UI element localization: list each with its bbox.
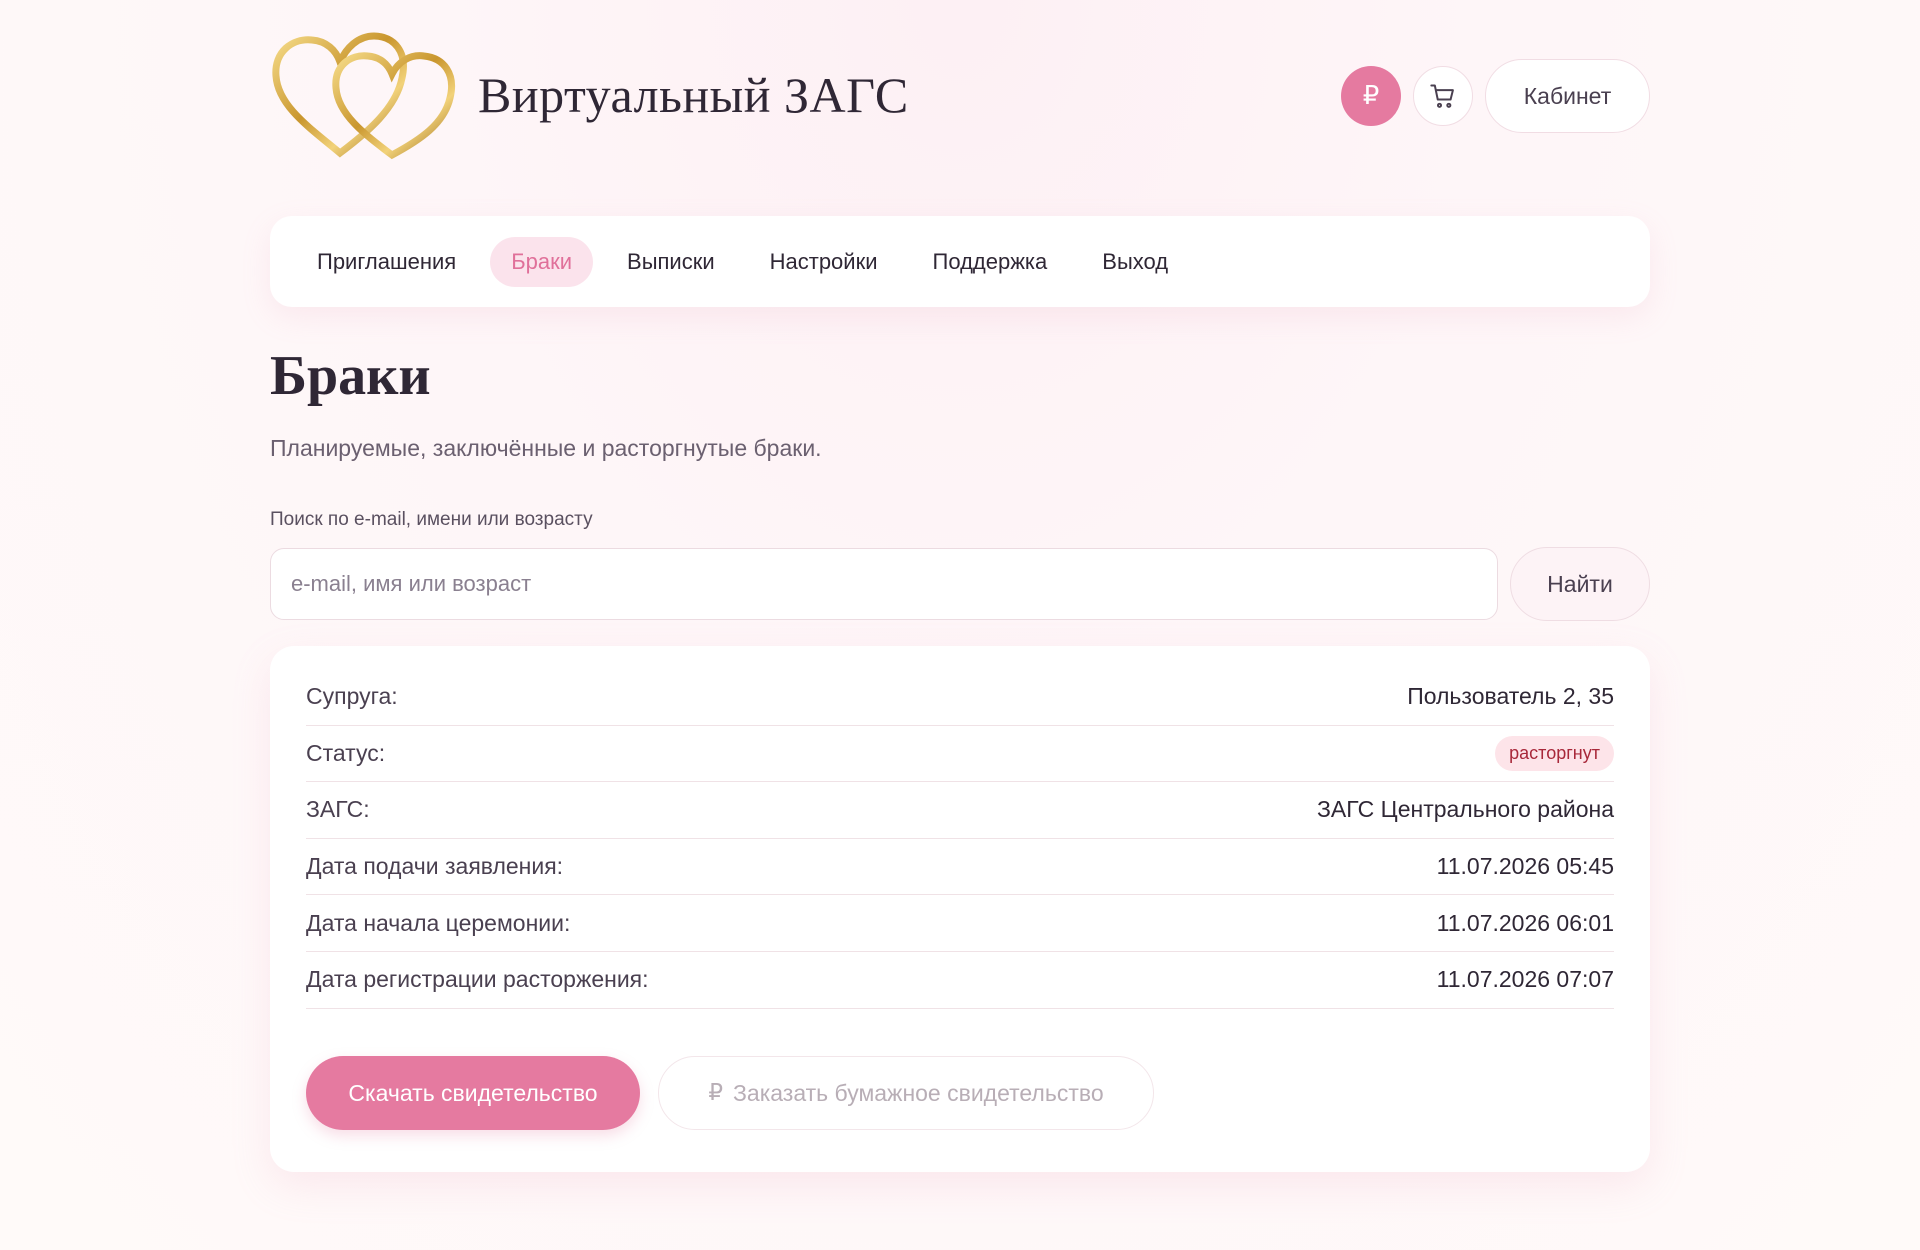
balance-button[interactable]: ₽ [1341, 66, 1401, 126]
detail-value: 11.07.2026 06:01 [1436, 909, 1614, 936]
detail-key: Супруга: [306, 683, 398, 710]
page-title: Браки [270, 345, 431, 407]
detail-row-spouse: Супруга: Пользователь 2, 35 [306, 669, 1614, 726]
marriage-card: Супруга: Пользователь 2, 35 Статус: раст… [270, 646, 1650, 1172]
ruble-icon: ₽ [708, 1080, 724, 1106]
nav-item-settings[interactable]: Настройки [749, 237, 899, 287]
detail-key: ЗАГС: [306, 796, 370, 823]
cabinet-button[interactable]: Кабинет [1485, 59, 1650, 133]
download-certificate-button[interactable]: Скачать свидетельство [306, 1056, 640, 1130]
marriage-details: Супруга: Пользователь 2, 35 Статус: раст… [306, 669, 1614, 1009]
header: Виртуальный ЗАГС ₽ Кабинет [270, 28, 1650, 163]
detail-value: Пользователь 2, 35 [1407, 683, 1614, 710]
status-badge: расторгнут [1495, 735, 1614, 771]
main-nav: Приглашения Браки Выписки Настройки Подд… [270, 216, 1650, 307]
page-subtitle: Планируемые, заключённые и расторгнутые … [270, 435, 822, 461]
site-title[interactable]: Виртуальный ЗАГС [478, 66, 909, 124]
order-paper-certificate-label: Заказать бумажное свидетельство [733, 1079, 1104, 1106]
ruble-icon: ₽ [1362, 81, 1380, 111]
detail-row-divorce-date: Дата регистрации расторжения: 11.07.2026… [306, 952, 1614, 1009]
nav-item-logout[interactable]: Выход [1081, 237, 1189, 287]
detail-row-status: Статус: расторгнут [306, 726, 1614, 783]
hearts-logo-icon[interactable] [270, 28, 462, 163]
nav-item-invitations[interactable]: Приглашения [296, 237, 477, 287]
search-label: Поиск по e-mail, имени или возрасту [270, 509, 593, 530]
nav-item-marriages[interactable]: Браки [490, 236, 594, 287]
detail-row-application-date: Дата подачи заявления: 11.07.2026 05:45 [306, 839, 1614, 896]
detail-row-registry: ЗАГС: ЗАГС Центрального района [306, 782, 1614, 839]
search-input[interactable] [270, 548, 1498, 620]
search-button[interactable]: Найти [1510, 547, 1650, 621]
detail-key: Дата начала церемонии: [306, 909, 571, 936]
detail-value: 11.07.2026 05:45 [1436, 853, 1614, 880]
cart-button[interactable] [1413, 66, 1473, 126]
detail-key: Статус: [306, 739, 386, 766]
detail-row-ceremony-date: Дата начала церемонии: 11.07.2026 06:01 [306, 895, 1614, 952]
header-actions: ₽ Кабинет [1341, 59, 1650, 133]
detail-value: 11.07.2026 07:07 [1436, 966, 1614, 993]
order-paper-certificate-button[interactable]: ₽ Заказать бумажное свидетельство [658, 1056, 1154, 1130]
detail-value: ЗАГС Центрального района [1317, 796, 1614, 823]
card-actions: Скачать свидетельство ₽ Заказать бумажно… [306, 1056, 1154, 1130]
detail-key: Дата регистрации расторжения: [306, 966, 649, 993]
detail-key: Дата подачи заявления: [306, 853, 564, 880]
nav-item-extracts[interactable]: Выписки [606, 237, 736, 287]
cart-icon [1430, 84, 1454, 108]
nav-item-support[interactable]: Поддержка [912, 237, 1069, 287]
